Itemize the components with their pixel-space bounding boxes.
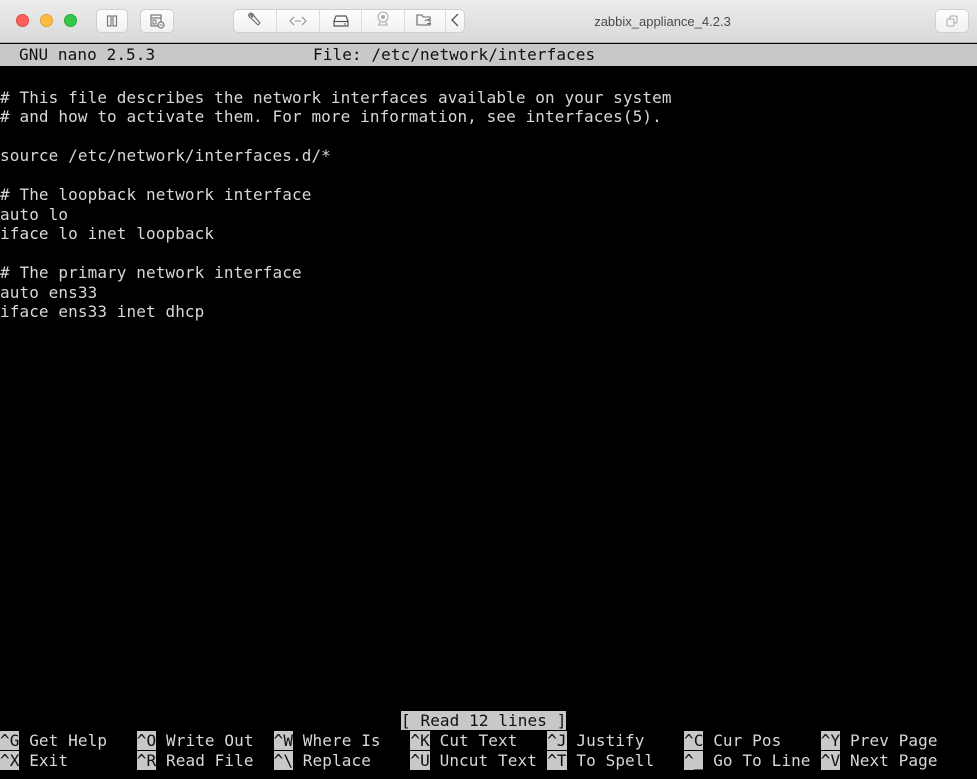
shortcut-label: Get Help: [29, 731, 108, 750]
hard-disk-button[interactable]: [320, 10, 362, 32]
close-window-button[interactable]: [16, 14, 29, 27]
editor-line[interactable]: # and how to activate them. For more inf…: [0, 107, 662, 127]
shortcut-key: ^Y: [820, 731, 841, 750]
camera-button[interactable]: [362, 10, 405, 32]
shortcut-uncut-text[interactable]: ^U Uncut Text: [410, 750, 537, 771]
camera-icon: [375, 11, 391, 31]
terminal-screen[interactable]: GNU nano 2.5.3 File: /etc/network/interf…: [0, 44, 977, 779]
shortcut-prev-page[interactable]: ^Y Prev Page: [820, 731, 938, 751]
settings-button[interactable]: [234, 10, 277, 32]
shortcut-key: ^_: [684, 750, 704, 770]
shortcut-label: Cur Pos: [713, 731, 782, 750]
shortcut-key: ^R: [136, 750, 157, 770]
shortcut-key: ^W: [273, 731, 294, 750]
shortcut-exit[interactable]: ^X Exit: [0, 750, 69, 771]
disk-icon: [332, 12, 349, 31]
shortcut-label: To Spell: [576, 750, 655, 770]
shortcut-label: Cut Text: [439, 731, 518, 750]
editor-line[interactable]: iface lo inet loopback: [0, 224, 214, 244]
minimize-window-button[interactable]: [40, 14, 53, 27]
restore-window-button[interactable]: [935, 9, 969, 33]
shortcut-key: ^J: [547, 731, 567, 750]
shortcut-get-help[interactable]: ^G Get Help: [0, 731, 107, 751]
shortcut-label: Where Is: [302, 731, 381, 750]
snapshot-button[interactable]: [140, 9, 174, 33]
shortcut-label: Read File: [166, 750, 254, 770]
shortcut-key: ^K: [410, 731, 430, 750]
shortcut-replace[interactable]: ^\ Replace: [273, 750, 371, 771]
shortcut-key: ^O: [136, 731, 157, 750]
shortcut-cut-text[interactable]: ^K Cut Text: [410, 731, 517, 751]
shortcut-label: Replace: [302, 750, 371, 770]
shortcut-label: Uncut Text: [439, 750, 537, 770]
editor-line[interactable]: auto ens33: [0, 283, 97, 303]
shortcut-cur-pos[interactable]: ^C Cur Pos: [684, 731, 781, 751]
shortcut-key: ^C: [684, 731, 704, 750]
editor-line[interactable]: auto lo: [0, 205, 68, 225]
shortcut-label: Exit: [29, 750, 69, 770]
shortcut-label: Go To Line: [713, 750, 811, 770]
window-titlebar: zabbix_appliance_4.2.3: [0, 0, 977, 43]
collapse-toolbar-button[interactable]: [446, 10, 464, 32]
shortcut-key: ^T: [547, 750, 567, 770]
shortcut-next-page[interactable]: ^V Next Page: [820, 750, 938, 771]
shortcut-where-is[interactable]: ^W Where Is: [273, 731, 381, 751]
network-icon: [289, 12, 307, 31]
editor-line[interactable]: source /etc/network/interfaces.d/*: [0, 146, 331, 166]
editor-line[interactable]: # This file describes the network interf…: [0, 88, 672, 108]
shortcut-go-to-line[interactable]: ^_ Go To Line: [684, 750, 811, 771]
editor-line[interactable]: iface ens33 inet dhcp: [0, 302, 204, 322]
editor-line[interactable]: # The loopback network interface: [0, 185, 311, 205]
nano-file-name: File: /etc/network/interfaces: [313, 45, 596, 64]
pause-icon: [105, 14, 119, 28]
pause-button[interactable]: [96, 9, 128, 33]
shared-folders-button[interactable]: [405, 10, 446, 32]
editor-line[interactable]: # The primary network interface: [0, 263, 302, 283]
shortcut-key: ^\: [273, 750, 294, 770]
chevron-left-icon: [451, 12, 459, 31]
shortcut-label: Prev Page: [850, 731, 938, 750]
shortcut-key: ^G: [0, 731, 20, 750]
shortcut-label: Justify: [576, 731, 645, 750]
shortcut-key: ^U: [410, 750, 430, 770]
vm-device-toolbar: [233, 9, 465, 33]
zoom-window-button[interactable]: [64, 14, 77, 27]
restore-window-icon: [945, 14, 959, 28]
shortcut-to-spell[interactable]: ^T To Spell: [547, 750, 655, 771]
network-button[interactable]: [277, 10, 320, 32]
shortcut-key: ^X: [0, 750, 20, 770]
nano-version: GNU nano 2.5.3: [19, 45, 156, 64]
shortcut-label: Write Out: [166, 731, 254, 750]
shortcut-key: ^V: [820, 750, 841, 770]
shortcut-label: Next Page: [850, 750, 938, 770]
shortcut-justify[interactable]: ^J Justify: [547, 731, 644, 751]
window-title: zabbix_appliance_4.2.3: [594, 14, 731, 29]
shortcut-write-out[interactable]: ^O Write Out: [136, 731, 254, 751]
snapshot-icon: [149, 13, 165, 29]
wrench-icon: [247, 11, 263, 31]
nano-title-bar: GNU nano 2.5.3 File: /etc/network/interf…: [0, 44, 977, 66]
shared-folder-icon: [416, 12, 434, 31]
shortcut-read-file[interactable]: ^R Read File: [136, 750, 254, 771]
status-message: [ Read 12 lines ]: [401, 711, 567, 730]
